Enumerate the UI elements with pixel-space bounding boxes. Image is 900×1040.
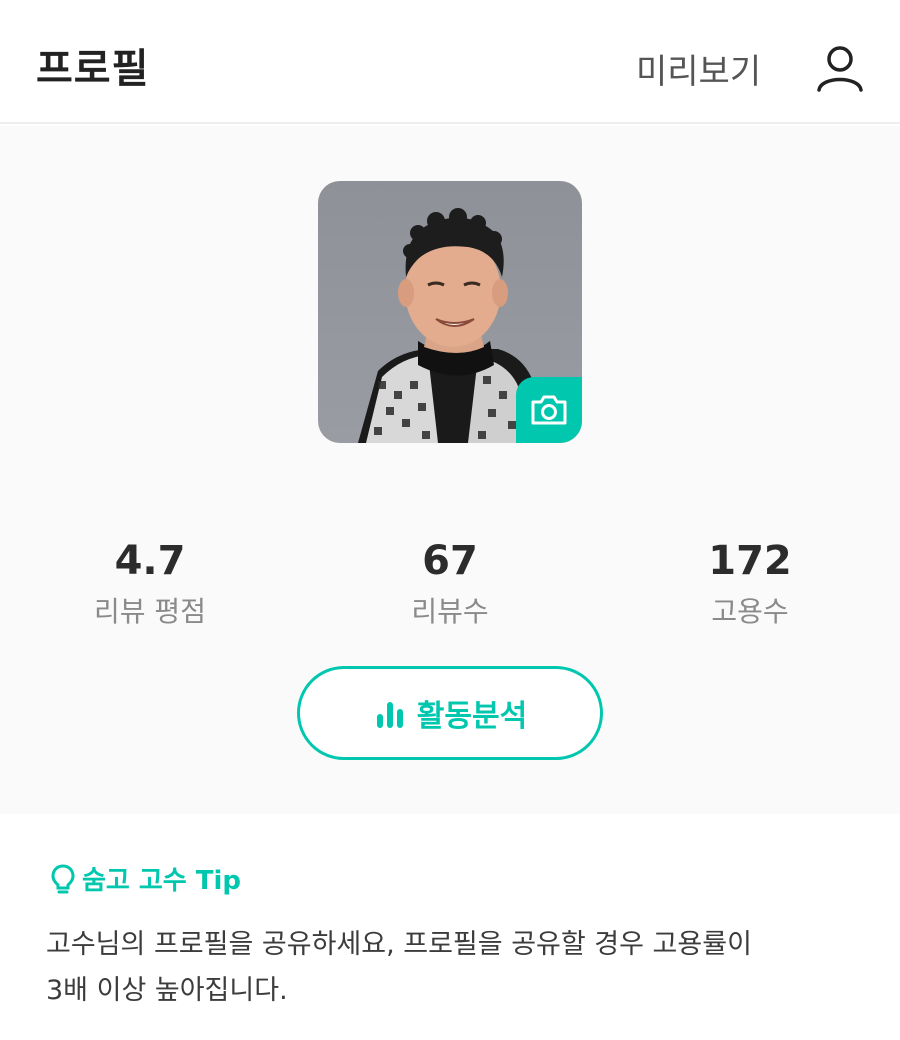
stat-value: 4.7	[114, 538, 186, 584]
page-title: 프로필	[36, 46, 150, 92]
app-header: 프로필 미리보기	[0, 0, 900, 124]
tip-line: 고수님의 프로필을 공유하세요, 프로필을 공유할 경우 고용률이	[46, 929, 752, 960]
stat-value: 67	[422, 538, 478, 584]
stat-hire-count: 172 고용수	[630, 536, 870, 630]
stat-label: 고용수	[711, 595, 789, 628]
avatar[interactable]	[318, 181, 582, 443]
stat-label: 리뷰수	[411, 595, 489, 628]
analytics-button-label: 활동분석	[416, 699, 528, 734]
stat-label: 리뷰 평점	[94, 595, 206, 628]
stat-rating: 4.7 리뷰 평점	[30, 536, 270, 630]
tip-heading: 숨고 고수 Tip	[50, 860, 241, 897]
stat-value: 172	[708, 538, 792, 584]
user-icon[interactable]	[812, 40, 868, 96]
camera-icon	[531, 395, 567, 425]
stat-review-count: 67 리뷰수	[330, 536, 570, 630]
stats-row: 4.7 리뷰 평점 67 리뷰수 172 고용수	[0, 536, 900, 636]
preview-button[interactable]: 미리보기	[636, 44, 761, 93]
lightbulb-icon	[51, 863, 75, 893]
profile-section: 4.7 리뷰 평점 67 리뷰수 172 고용수 활동분석	[0, 126, 900, 814]
bar-chart-icon	[376, 702, 403, 728]
tip-line: 3배 이상 높아집니다.	[46, 975, 288, 1006]
tip-title: 숨고 고수 Tip	[82, 866, 242, 896]
tip-body: 고수님의 프로필을 공유하세요, 프로필을 공유할 경우 고용률이 3배 이상 …	[46, 922, 846, 1014]
analytics-button[interactable]: 활동분석	[297, 666, 603, 760]
tip-section: 숨고 고수 Tip 고수님의 프로필을 공유하세요, 프로필을 공유할 경우 고…	[0, 814, 900, 1040]
camera-button[interactable]	[516, 377, 582, 443]
